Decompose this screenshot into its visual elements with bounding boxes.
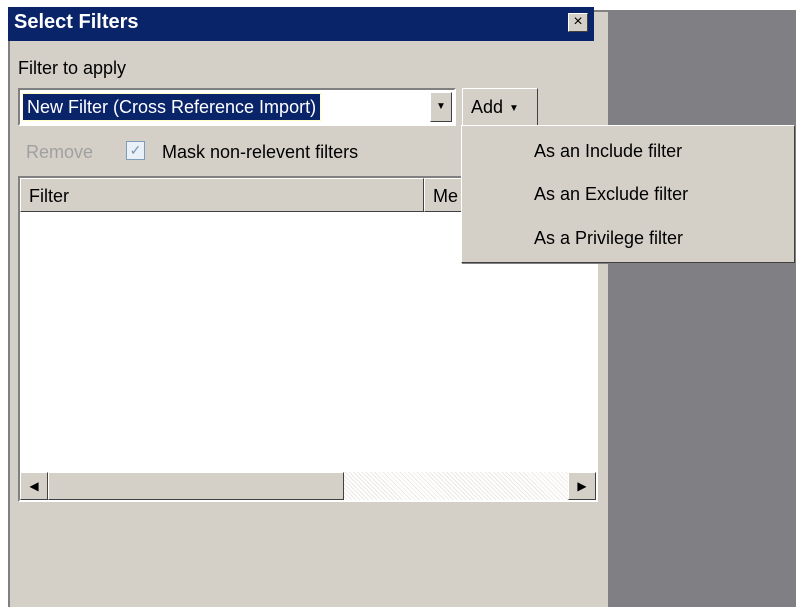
arrow-right-icon: ▶ (577, 479, 587, 493)
chevron-down-icon: ▼ (436, 101, 446, 112)
mask-filters-label: Mask non-relevent filters (162, 142, 359, 162)
horizontal-scrollbar[interactable]: ◀ ▶ (20, 472, 596, 500)
scroll-right-button[interactable]: ▶ (568, 472, 596, 500)
menu-item-include[interactable]: As an Include filter (462, 130, 794, 172)
filter-dropdown-button[interactable]: ▼ (430, 92, 452, 122)
column-header-filter[interactable]: Filter (20, 178, 424, 212)
menu-item-privilege[interactable]: As a Privilege filter (462, 217, 794, 259)
checkmark-icon: ✓ (129, 142, 142, 158)
remove-button[interactable]: Remove (26, 142, 93, 163)
selected-filter-value: New Filter (Cross Reference Import) (21, 93, 322, 121)
close-button[interactable]: × (568, 13, 588, 32)
chevron-down-icon: ▼ (509, 103, 519, 114)
mask-checkbox[interactable]: ✓ (126, 141, 145, 160)
add-button-label: Add (471, 97, 504, 117)
arrow-left-icon: ◀ (29, 479, 39, 493)
title-bar: Select Filters × (8, 7, 594, 41)
filter-to-apply-label: Filter to apply (18, 58, 127, 78)
scroll-thumb[interactable] (48, 472, 344, 500)
add-menu: As an Include filter As an Exclude filte… (461, 125, 795, 263)
add-button[interactable]: Add ▼ (462, 88, 538, 126)
filter-select[interactable]: New Filter (Cross Reference Import) ▼ (18, 88, 456, 126)
close-icon: × (573, 13, 583, 30)
background-area (608, 10, 796, 607)
window-title: Select Filters (14, 11, 139, 33)
scroll-left-button[interactable]: ◀ (20, 472, 48, 500)
menu-item-exclude[interactable]: As an Exclude filter (462, 173, 794, 215)
